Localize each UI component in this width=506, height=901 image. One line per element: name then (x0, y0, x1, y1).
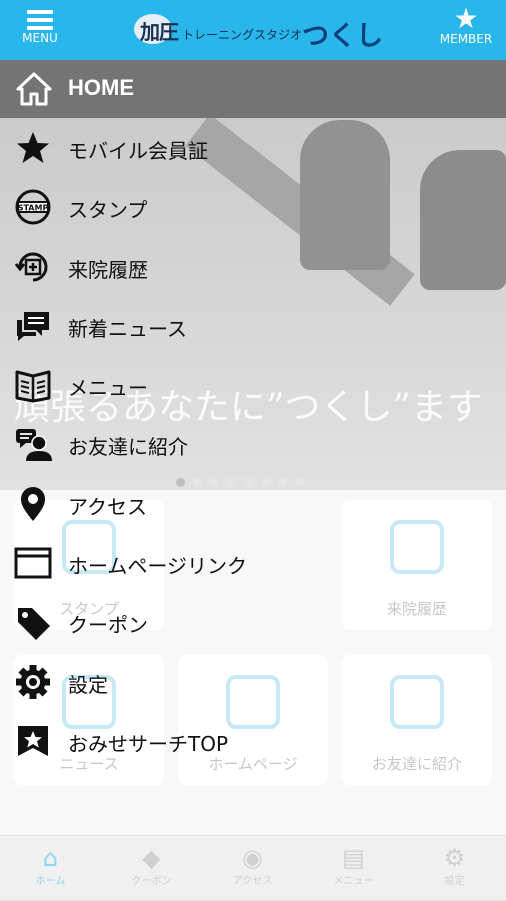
star-icon (17, 132, 49, 163)
drawer-item-label: モバイル会員証 (68, 139, 208, 163)
drawer-item-label: 設定 (68, 672, 108, 697)
menu-label: MENU (22, 31, 58, 45)
drawer-item-label: スタンプ (68, 198, 148, 223)
drawer-item-history[interactable]: 来院履歴 (0, 237, 506, 296)
drawer-item-label: クーポン (68, 613, 148, 638)
book-icon (15, 370, 51, 403)
bookmark-star-icon (18, 725, 48, 756)
drawer-item-coupon[interactable]: クーポン (0, 592, 506, 651)
drawer-item-label: お友達に紹介 (68, 435, 188, 460)
drawer-item-label: メニュー (68, 376, 148, 401)
map-pin-icon (21, 486, 45, 521)
friends-icon (16, 429, 52, 462)
stamp-icon: STAMP (15, 189, 51, 225)
drawer-item-label: アクセス (68, 494, 147, 519)
drawer-item-label: 新着ニュース (68, 316, 187, 341)
history-icon (14, 252, 48, 282)
drawer-item-label: ホームページリンク (68, 554, 247, 579)
drawer-item-access[interactable]: アクセス (0, 474, 506, 533)
drawer-item-news[interactable]: 新着ニュース (0, 296, 506, 355)
hamburger-icon (27, 10, 53, 30)
app-header: MENU 加圧 トレーニングスタジオ つくし ★ MEMBER (0, 0, 506, 60)
browser-icon (14, 547, 52, 579)
side-drawer: HOME モバイル会員証 STAMP スタンプ 来院履歴 新着ニュース メニュー… (0, 60, 506, 770)
drawer-item-invite[interactable]: お友達に紹介 (0, 414, 506, 473)
member-button[interactable]: ★ MEMBER (426, 2, 506, 47)
drawer-item-menu[interactable]: メニュー (0, 355, 506, 414)
svg-text:STAMP: STAMP (18, 204, 49, 213)
drawer-item-settings[interactable]: 設定 (0, 652, 506, 711)
drawer-item-homepage-link[interactable]: ホームページリンク (0, 533, 506, 592)
drawer-item-label: 来院履歴 (68, 257, 148, 282)
drawer-item-home[interactable]: HOME (0, 60, 506, 118)
tag-icon (18, 608, 50, 641)
drawer-item-shop-search[interactable]: おみせサーチTOP (0, 711, 506, 770)
chat-icon (17, 311, 49, 341)
menu-button[interactable]: MENU (0, 4, 80, 45)
home-icon (16, 72, 52, 106)
drawer-item-label: HOME (68, 75, 134, 100)
member-label: MEMBER (439, 32, 493, 46)
drawer-item-member-card[interactable]: モバイル会員証 (0, 118, 506, 177)
star-icon: ★ (453, 2, 479, 35)
app-logo: 加圧 トレーニングスタジオ つくし (134, 12, 383, 52)
drawer-item-label: おみせサーチTOP (68, 731, 229, 756)
drawer-item-stamp[interactable]: STAMP スタンプ (0, 177, 506, 236)
gear-icon (16, 664, 50, 699)
